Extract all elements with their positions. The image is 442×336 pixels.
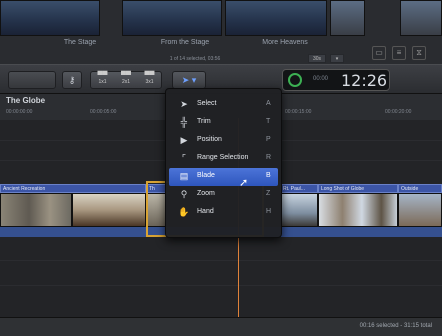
menu-item-shortcut: A (266, 100, 271, 107)
menu-item-label: Select (197, 100, 217, 107)
clip-filmstrip[interactable] (280, 193, 318, 227)
timecode-status-ring-icon (288, 73, 302, 87)
timeline-clip-title[interactable]: Ancient Recreation (0, 184, 146, 193)
zoom-tool-icon: ⚲ (180, 189, 188, 199)
menu-item-label: Blade (197, 172, 215, 179)
arrow-tool-icon: ➤ (180, 99, 188, 109)
hand-tool-icon: ✋ (178, 207, 190, 217)
appearance-button[interactable]: ▀▀ 2x1 (118, 72, 134, 88)
clip-filmstrip[interactable] (0, 193, 72, 227)
menu-item-trim[interactable]: ╬ Trim T (169, 114, 278, 132)
menu-item-label: Position (197, 136, 222, 143)
browser-selection-count: 1 of 14 selected, 03:56 (169, 56, 221, 62)
menu-item-label: Trim (197, 118, 211, 125)
browser-clip-thumbnail[interactable] (225, 0, 327, 36)
browser-clip-thumbnail[interactable] (122, 0, 222, 36)
menu-item-position[interactable]: ▶ Position P (169, 132, 278, 150)
track-divider (0, 260, 442, 261)
menu-item-blade[interactable]: ▤ Blade B (169, 168, 278, 186)
arrow-tool-icon: ➤ (181, 75, 190, 85)
appearance-button[interactable]: ▀▀ 1x1 (94, 72, 110, 88)
menu-item-label: Zoom (197, 190, 215, 197)
chevron-down-icon: ▾ (191, 75, 197, 85)
event-browser: The Stage From the Stage More Heavens 1 … (0, 0, 442, 64)
disclosure-icon[interactable]: ▭ (372, 46, 386, 60)
clip-duration-field[interactable]: 30s (308, 54, 326, 63)
ruler-time: 00:00:05:00 (90, 109, 117, 115)
menu-item-range-selection[interactable]: ⌜ Range Selection R (169, 150, 278, 168)
filter-icon[interactable]: ⧖ (412, 46, 426, 60)
ruler-time: 00:00:00:00 (6, 109, 33, 115)
tool-select-button[interactable]: ➤ ▾ (172, 71, 206, 89)
menu-item-shortcut: B (266, 172, 271, 179)
timeline-clip-title[interactable]: Rt. Paul... (280, 184, 318, 193)
menu-item-hand[interactable]: ✋ Hand H (169, 204, 278, 222)
ruler-time: 00:00:20:00 (385, 109, 412, 115)
timeline-clip-title[interactable]: Outside (398, 184, 442, 193)
timeline-clip-title[interactable]: Long Shot of Globe (318, 184, 398, 193)
menu-item-shortcut: R (266, 154, 272, 161)
menu-item-shortcut: Z (266, 190, 271, 197)
appearance-button[interactable]: ▀▀ 3x1 (142, 72, 158, 88)
clip-filmstrip[interactable] (398, 193, 442, 227)
range-selection-icon: ⌜ (181, 153, 187, 163)
timecode-main: 12:26 (341, 71, 388, 90)
menu-item-shortcut: T (266, 118, 271, 125)
key-icon[interactable]: ⚷ (62, 71, 82, 89)
list-view-icon[interactable]: ≡ (392, 46, 406, 60)
clip-filmstrip[interactable] (72, 193, 146, 227)
menu-item-shortcut: H (266, 208, 272, 215)
clip-filmstrip[interactable] (318, 193, 398, 227)
menu-item-shortcut: P (266, 136, 271, 143)
menu-item-label: Range Selection (197, 154, 249, 161)
browser-clip-label: From the Stage (160, 39, 210, 46)
browser-clip-thumbnail[interactable] (0, 0, 100, 36)
track-divider (0, 285, 442, 286)
browser-clip-thumbnail[interactable] (330, 0, 365, 36)
tool-menu: ➤ Select A ╬ Trim T ▶ Position P ⌜ Range… (165, 88, 282, 238)
browser-clip-thumbnail[interactable] (400, 0, 442, 36)
menu-item-zoom[interactable]: ⚲ Zoom Z (169, 186, 278, 204)
timecode-small: 00:00 (313, 76, 329, 82)
browser-clip-label: The Stage (63, 39, 97, 46)
menu-item-select[interactable]: ➤ Select A (169, 96, 278, 114)
clip-appearance-group: ▀▀ 1x1 ▀▀ 2x1 ▀▀ 3x1 (90, 71, 162, 89)
timecode-display[interactable]: 00:00 12:26 (282, 69, 390, 91)
position-tool-icon: ▶ (180, 135, 188, 145)
browser-clip-label: More Heavens (262, 39, 308, 46)
duration-chevron-icon[interactable]: ▾ (330, 54, 344, 63)
toolbar-left-button[interactable] (8, 71, 56, 89)
menu-item-label: Hand (197, 208, 214, 215)
status-duration-text: 00:16 selected - 31:15 total (359, 323, 432, 329)
mouse-cursor-icon: ➚ (239, 177, 249, 189)
ruler-time: 00:00:15:00 (285, 109, 312, 115)
status-bar: 00:16 selected - 31:15 total (0, 317, 442, 336)
trim-tool-icon: ╬ (180, 117, 188, 127)
project-title: The Globe (6, 96, 46, 105)
blade-tool-icon: ▤ (179, 171, 189, 181)
